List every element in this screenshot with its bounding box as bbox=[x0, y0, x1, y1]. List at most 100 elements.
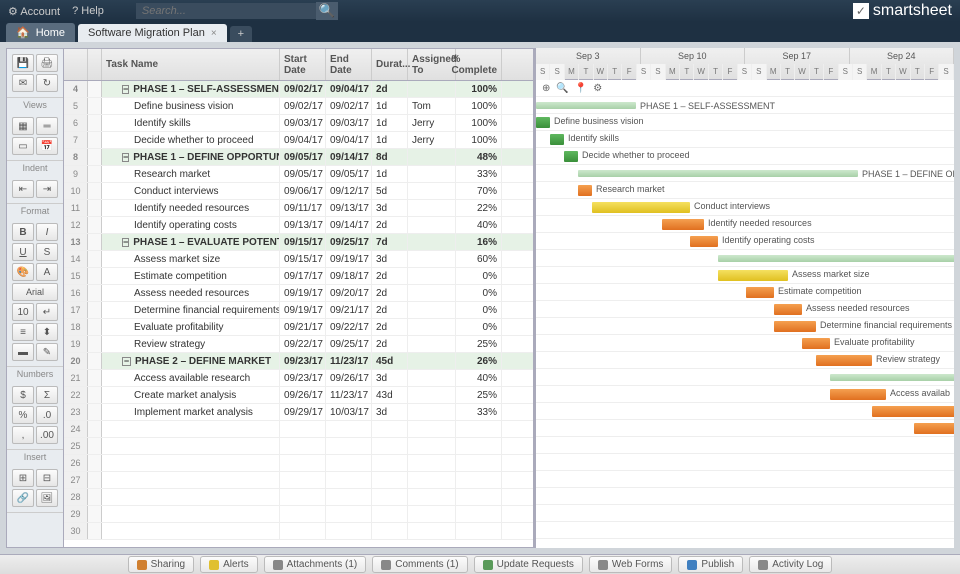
today-icon[interactable]: 📍 bbox=[575, 83, 587, 94]
row-extra[interactable] bbox=[88, 166, 102, 182]
table-row[interactable]: 26 bbox=[64, 455, 533, 472]
cell-start[interactable] bbox=[280, 506, 326, 522]
gantt-bar[interactable]: Determine financial requirements bbox=[774, 321, 816, 332]
row-extra[interactable] bbox=[88, 353, 102, 369]
gantt-bar[interactable]: Research market bbox=[578, 185, 592, 196]
bgcolor-icon[interactable]: 🎨 bbox=[12, 263, 34, 281]
cell-start[interactable]: 09/23/17 bbox=[280, 370, 326, 386]
cell-assigned[interactable] bbox=[408, 387, 456, 403]
cell-assigned[interactable] bbox=[408, 234, 456, 250]
cell-end[interactable]: 09/03/17 bbox=[326, 115, 372, 131]
cell-assigned[interactable] bbox=[408, 421, 456, 437]
cell-assigned[interactable] bbox=[408, 217, 456, 233]
cell-task[interactable] bbox=[102, 421, 280, 437]
underline-icon[interactable]: U bbox=[12, 243, 34, 261]
table-row[interactable]: 25 bbox=[64, 438, 533, 455]
cell-task[interactable]: −PHASE 1 – DEFINE OPPORTUNITY bbox=[102, 149, 280, 165]
cell-dur[interactable] bbox=[372, 489, 408, 505]
cell-assigned[interactable] bbox=[408, 353, 456, 369]
cell-start[interactable]: 09/15/17 bbox=[280, 234, 326, 250]
cell-dur[interactable]: 2d bbox=[372, 336, 408, 352]
cell-start[interactable]: 09/11/17 bbox=[280, 200, 326, 216]
cell-assigned[interactable] bbox=[408, 319, 456, 335]
cell-pct[interactable]: 100% bbox=[456, 98, 502, 114]
cell-pct[interactable]: 70% bbox=[456, 183, 502, 199]
row-extra[interactable] bbox=[88, 285, 102, 301]
cell-start[interactable] bbox=[280, 421, 326, 437]
cell-start[interactable]: 09/15/17 bbox=[280, 251, 326, 267]
row-extra[interactable] bbox=[88, 115, 102, 131]
new-tab-button[interactable]: + bbox=[230, 26, 252, 42]
gantt-bar[interactable]: PHASE 1 – DEFINE OPPORTUNITY bbox=[578, 170, 858, 177]
gantt-bar[interactable]: PHASE 1 – SELF-ASSESSMENT bbox=[536, 102, 636, 109]
table-row[interactable]: 12Identify operating costs09/13/1709/14/… bbox=[64, 217, 533, 234]
cell-start[interactable] bbox=[280, 455, 326, 471]
row-extra[interactable] bbox=[88, 319, 102, 335]
cell-start[interactable]: 09/05/17 bbox=[280, 149, 326, 165]
table-row[interactable]: 11Identify needed resources09/11/1709/13… bbox=[64, 200, 533, 217]
search-input[interactable] bbox=[136, 3, 316, 19]
cell-task[interactable] bbox=[102, 523, 280, 539]
cell-end[interactable] bbox=[326, 421, 372, 437]
row-number[interactable]: 18 bbox=[64, 319, 88, 335]
bold-icon[interactable]: B bbox=[12, 223, 34, 241]
cell-assigned[interactable] bbox=[408, 489, 456, 505]
table-row[interactable]: 6Identify skills09/03/1709/03/171dJerry1… bbox=[64, 115, 533, 132]
cell-dur[interactable]: 3d bbox=[372, 200, 408, 216]
row-number[interactable]: 10 bbox=[64, 183, 88, 199]
zoom-out-icon[interactable]: 🔍 bbox=[556, 83, 568, 94]
cell-task[interactable]: Identify skills bbox=[102, 115, 280, 131]
cell-assigned[interactable] bbox=[408, 472, 456, 488]
gantt-bar[interactable]: Conduct interviews bbox=[592, 202, 690, 213]
cell-end[interactable]: 09/19/17 bbox=[326, 251, 372, 267]
cell-pct[interactable] bbox=[456, 472, 502, 488]
cell-end[interactable]: 09/12/17 bbox=[326, 183, 372, 199]
cell-task[interactable] bbox=[102, 489, 280, 505]
cell-pct[interactable]: 0% bbox=[456, 319, 502, 335]
cell-end[interactable] bbox=[326, 438, 372, 454]
row-number[interactable]: 29 bbox=[64, 506, 88, 522]
cell-assigned[interactable] bbox=[408, 251, 456, 267]
row-number[interactable]: 20 bbox=[64, 353, 88, 369]
table-row[interactable]: 7Decide whether to proceed09/04/1709/04/… bbox=[64, 132, 533, 149]
row-extra[interactable] bbox=[88, 523, 102, 539]
table-row[interactable]: 17Determine financial requirements09/19/… bbox=[64, 302, 533, 319]
table-row[interactable]: 21Access available research09/23/1709/26… bbox=[64, 370, 533, 387]
bottom-button[interactable]: Web Forms bbox=[589, 556, 673, 573]
cell-assigned[interactable] bbox=[408, 183, 456, 199]
gantt-bar[interactable]: Identify operating costs bbox=[690, 236, 718, 247]
row-number[interactable]: 16 bbox=[64, 285, 88, 301]
cell-start[interactable] bbox=[280, 472, 326, 488]
col-end[interactable]: End Date bbox=[326, 49, 372, 80]
cell-assigned[interactable] bbox=[408, 268, 456, 284]
cell-pct[interactable] bbox=[456, 489, 502, 505]
cell-start[interactable] bbox=[280, 523, 326, 539]
row-extra[interactable] bbox=[88, 251, 102, 267]
row-number[interactable]: 8 bbox=[64, 149, 88, 165]
textcolor-icon[interactable]: A bbox=[36, 263, 58, 281]
cell-pct[interactable] bbox=[456, 421, 502, 437]
table-row[interactable]: 5Define business vision09/02/1709/02/171… bbox=[64, 98, 533, 115]
link-icon[interactable]: 🔗 bbox=[12, 489, 34, 507]
row-number[interactable]: 17 bbox=[64, 302, 88, 318]
col-start[interactable]: Start Date bbox=[280, 49, 326, 80]
cell-end[interactable]: 09/04/17 bbox=[326, 132, 372, 148]
gantt-bar[interactable] bbox=[872, 406, 954, 417]
cell-end[interactable]: 10/03/17 bbox=[326, 404, 372, 420]
cell-task[interactable]: Identify needed resources bbox=[102, 200, 280, 216]
gantt-bar[interactable]: Review strategy bbox=[816, 355, 872, 366]
row-number[interactable]: 27 bbox=[64, 472, 88, 488]
cell-task[interactable]: Identify operating costs bbox=[102, 217, 280, 233]
row-extra[interactable] bbox=[88, 404, 102, 420]
row-extra[interactable] bbox=[88, 387, 102, 403]
gantt-bar[interactable]: Estimate competition bbox=[746, 287, 774, 298]
cell-task[interactable]: Define business vision bbox=[102, 98, 280, 114]
cell-pct[interactable]: 40% bbox=[456, 217, 502, 233]
table-row[interactable]: 23Implement market analysis09/29/1710/03… bbox=[64, 404, 533, 421]
cell-assigned[interactable] bbox=[408, 455, 456, 471]
table-row[interactable]: 15Estimate competition09/17/1709/18/172d… bbox=[64, 268, 533, 285]
sum-icon[interactable]: Σ bbox=[36, 386, 58, 404]
gantt-bar[interactable]: Define business vision bbox=[536, 117, 550, 128]
align-icon[interactable]: ≡ bbox=[12, 323, 34, 341]
table-row[interactable]: 18Evaluate profitability09/21/1709/22/17… bbox=[64, 319, 533, 336]
